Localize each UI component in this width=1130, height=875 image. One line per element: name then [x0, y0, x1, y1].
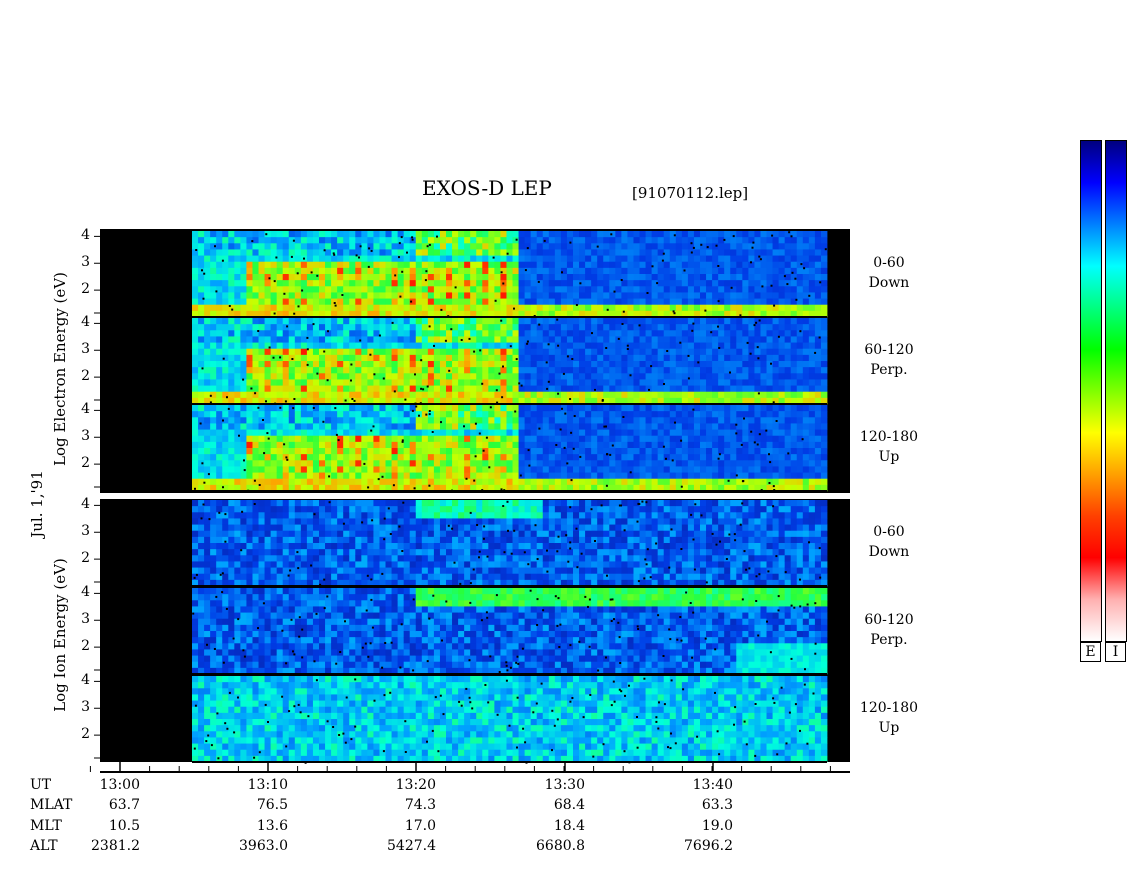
orbit-value-mlat: 63.3 — [701, 797, 733, 813]
panel-ion-down — [192, 500, 828, 587]
panel-electron-up — [192, 405, 828, 493]
spectrogram — [89, 229, 850, 773]
orbit-row-name: MLT — [30, 818, 62, 834]
orbit-value-alt: 6680.8 — [536, 838, 585, 854]
panel-ion-up — [192, 676, 828, 764]
orbit-value-mlt: 19.0 — [701, 818, 733, 834]
orbit-value-alt: 3963.0 — [239, 838, 288, 854]
ytick-label: 4 — [81, 227, 90, 244]
orbit-value-mlat: 63.7 — [108, 797, 140, 813]
panel-direction: Up — [878, 720, 900, 736]
panel-direction: Down — [868, 275, 910, 291]
panel-direction: Up — [878, 449, 900, 465]
panel-angle-range: 120-180 — [859, 429, 919, 445]
ytick-label: 3 — [81, 699, 90, 716]
ytick-label: 4 — [81, 401, 90, 418]
panel-angle-range: 60-120 — [864, 612, 914, 628]
panel-label: 120-180 Up — [849, 427, 929, 467]
orbit-value-mlt: 17.0 — [404, 818, 436, 834]
orbit-value-alt: 5427.4 — [387, 838, 436, 854]
panel-label: 0-60 Down — [849, 522, 929, 562]
panel-angle-range: 0-60 — [873, 255, 905, 271]
orbit-value-mlat: 74.3 — [404, 797, 436, 813]
ytick-label: 2 — [81, 638, 90, 655]
orbit-value-mlat: 76.5 — [256, 797, 288, 813]
panel-label: 60-120 Perp. — [849, 610, 929, 650]
panel-direction: Down — [868, 544, 910, 560]
ytick-label: 2 — [81, 368, 90, 385]
orbit-value-alt: 2381.2 — [91, 838, 140, 854]
ytick-label: 4 — [81, 584, 90, 601]
orbit-value-mlt: 10.5 — [108, 818, 140, 834]
ytick-label: 2 — [81, 281, 90, 298]
color-scale-label-e: E — [1080, 642, 1101, 662]
panel-direction: Perp. — [870, 362, 908, 378]
panel-angle-range: 120-180 — [859, 700, 919, 716]
panel-angle-range: 60-120 — [864, 342, 914, 358]
species-separator — [100, 493, 850, 499]
orbit-value-alt: 7696.2 — [684, 838, 733, 854]
color-bar-e — [1080, 140, 1102, 642]
orbit-row-name: ALT — [30, 838, 58, 854]
orbit-row-name: UT — [30, 777, 52, 793]
ytick-label: 4 — [81, 314, 90, 331]
ytick-label: 2 — [81, 455, 90, 472]
orbit-value-ut: 13:10 — [247, 777, 288, 793]
orbit-value-ut: 13:30 — [544, 777, 585, 793]
panel-label: 60-120 Perp. — [849, 340, 929, 380]
orbit-value-mlat: 68.4 — [553, 797, 585, 813]
ytick-label: 3 — [81, 428, 90, 445]
color-scale: E I — [1080, 140, 1128, 662]
panel-electron-down — [192, 231, 828, 318]
panel-ion-perp — [192, 588, 828, 676]
ytick-label: 2 — [81, 550, 90, 567]
ytick-label: 4 — [81, 672, 90, 689]
ytick-label: 2 — [81, 726, 90, 743]
color-bar-i — [1105, 140, 1127, 642]
ytick-label: 3 — [81, 611, 90, 628]
orbit-value-ut: 13:40 — [692, 777, 733, 793]
panel-direction: Perp. — [870, 632, 908, 648]
panel-angle-range: 0-60 — [873, 524, 905, 540]
ytick-label: 4 — [81, 496, 90, 513]
orbit-value-mlt: 18.4 — [553, 818, 585, 834]
panel-label: 120-180 Up — [849, 698, 929, 738]
panel-label: 0-60 Down — [849, 253, 929, 293]
orbit-value-mlt: 13.6 — [256, 818, 288, 834]
orbit-value-ut: 13:20 — [395, 777, 436, 793]
ytick-label: 3 — [81, 523, 90, 540]
panel-electron-perp — [192, 318, 828, 406]
ytick-label: 3 — [81, 254, 90, 271]
orbit-value-ut: 13:00 — [99, 777, 140, 793]
color-scale-label-i: I — [1105, 642, 1126, 662]
ytick-label: 3 — [81, 341, 90, 358]
